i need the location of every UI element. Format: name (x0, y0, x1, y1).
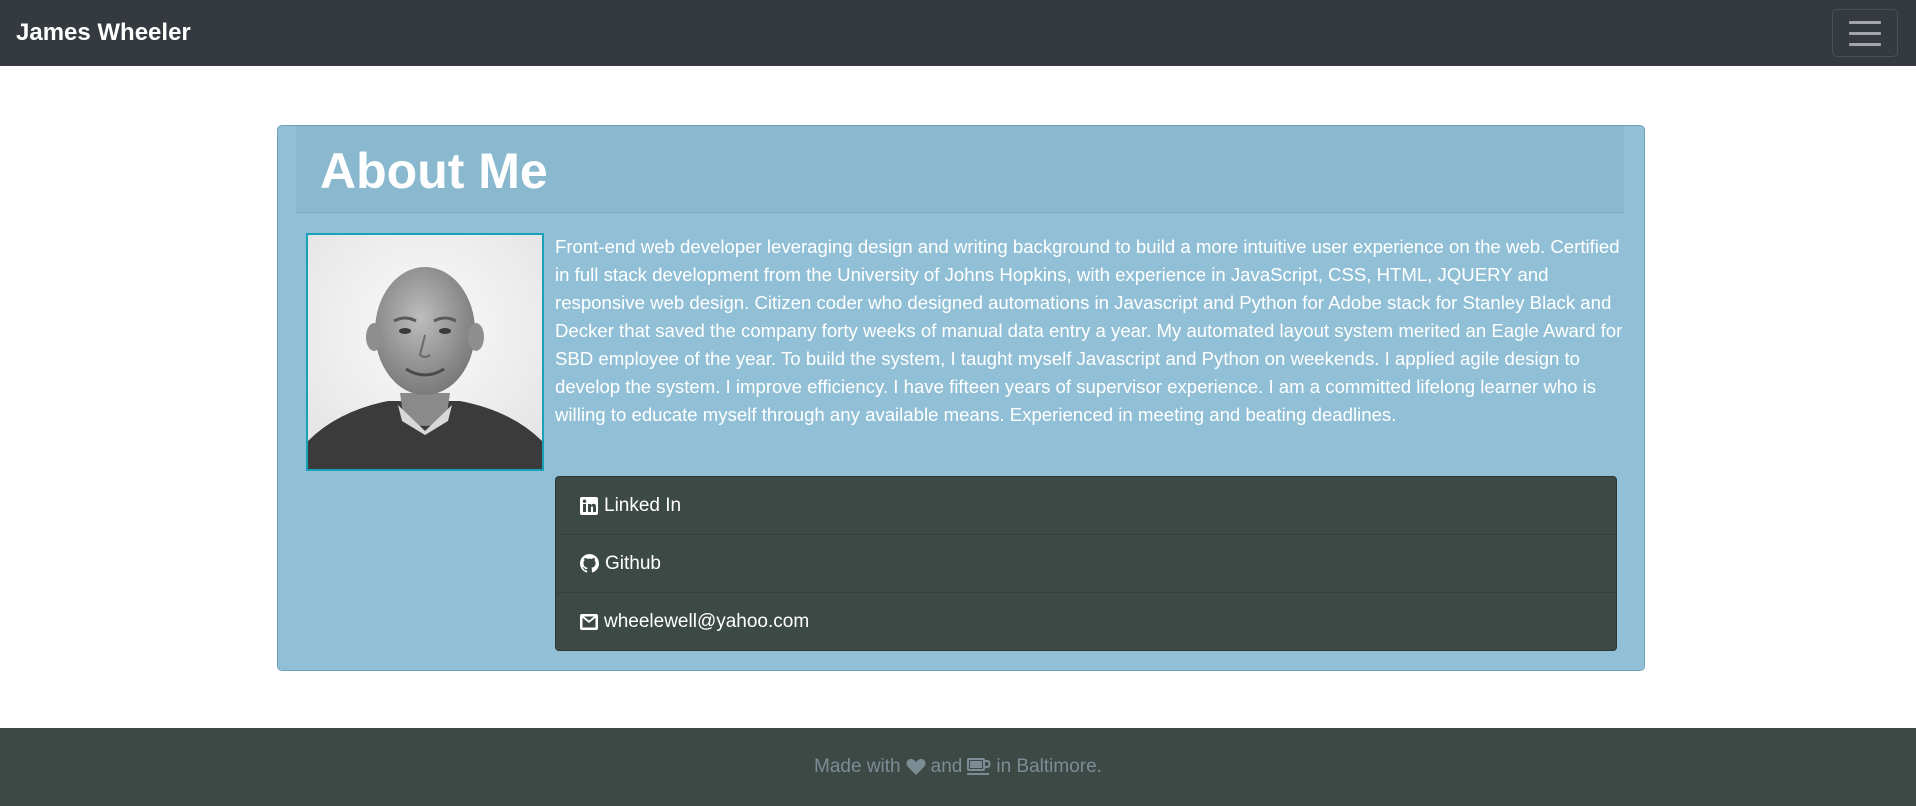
linkedin-icon (580, 496, 598, 515)
navbar: James Wheeler (0, 0, 1916, 66)
menu-toggle-button[interactable] (1832, 9, 1898, 57)
contact-links-list: Linked In Github wheelewell@yahoo.com (555, 476, 1617, 651)
footer-text-middle: and (930, 756, 963, 777)
hamburger-icon-bar (1849, 42, 1881, 46)
about-card-header: About Me (296, 126, 1624, 213)
heart-icon (906, 758, 926, 776)
footer-text-after: in Baltimore. (996, 756, 1102, 777)
coffee-icon (967, 758, 991, 776)
brand-link[interactable]: James Wheeler (16, 19, 191, 47)
github-link-label: Github (605, 552, 661, 574)
bio-text: Front-end web developer leveraging desig… (555, 236, 1623, 425)
email-link-label: wheelewell@yahoo.com (604, 611, 810, 632)
hamburger-icon-bar (1849, 31, 1881, 35)
about-card: About Me Front-end web developer leverag… (277, 125, 1645, 671)
footer: Made with and in Baltimore. (0, 728, 1916, 806)
hamburger-icon-bar (1849, 20, 1881, 24)
email-link[interactable]: wheelewell@yahoo.com (556, 593, 1616, 650)
github-link[interactable]: Github (556, 535, 1616, 593)
profile-photo (306, 233, 544, 471)
linkedin-link-label: Linked In (604, 494, 682, 516)
linkedin-link[interactable]: Linked In (556, 477, 1616, 535)
github-icon (580, 554, 599, 573)
portrait-image (308, 235, 542, 469)
footer-text-before: Made with (814, 756, 901, 777)
envelope-icon (580, 614, 598, 630)
page-title: About Me (320, 143, 548, 199)
